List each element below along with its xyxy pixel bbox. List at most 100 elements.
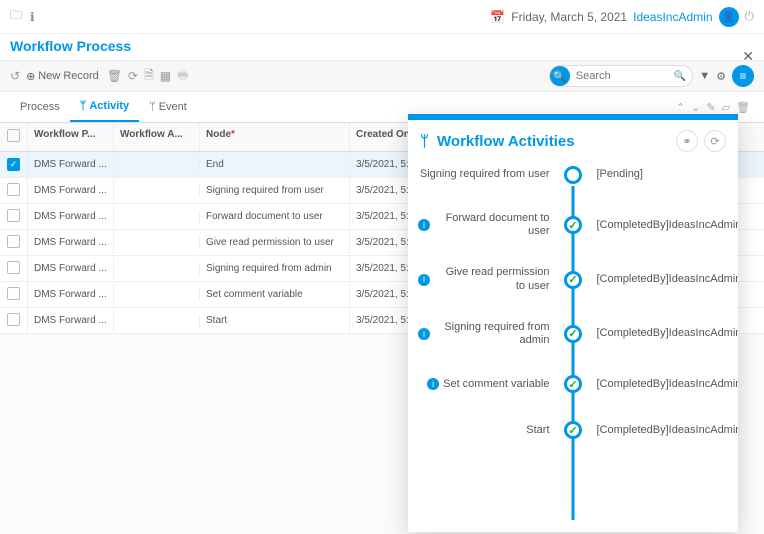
step-right-label: [CompletedBy]IdeasIncAdmin bbox=[589, 424, 729, 437]
col-node[interactable]: Node* bbox=[200, 123, 350, 151]
new-record-button[interactable]: ⊕ New Record bbox=[26, 70, 99, 83]
search-field[interactable]: 🔍 🔍 bbox=[549, 65, 693, 87]
page-title: Workflow Process bbox=[0, 34, 764, 60]
step-right-label: [CompletedBy]IdeasIncAdmin bbox=[589, 219, 729, 232]
step-left-label: Set comment variable bbox=[443, 378, 549, 391]
info-dot-icon: i bbox=[427, 378, 439, 390]
info-dot-icon: i bbox=[418, 328, 430, 340]
toolbar: ↺ ⊕ New Record 🗑 ⟳ 🗎 ▦ 🖶 🔍 🔍 ▼ ⚙ ≡ bbox=[0, 60, 764, 92]
timeline-step: i Signing required from admin [CompletedBy… bbox=[418, 321, 728, 347]
check-circle-icon bbox=[564, 375, 582, 393]
search-icon[interactable]: 🔍 bbox=[674, 71, 686, 82]
step-left-label: Give read permission to user bbox=[434, 266, 550, 292]
cell-process: DMS Forward ... bbox=[28, 231, 114, 254]
info-icon[interactable]: ℹ bbox=[30, 10, 35, 24]
check-circle-icon bbox=[564, 325, 582, 343]
workflow-activities-panel: ᛘ Workflow Activities ⚭ ⟳ Signing requir… bbox=[408, 114, 738, 532]
refresh-icon[interactable]: ⟳ bbox=[128, 69, 138, 83]
filter-icon[interactable]: ▼ bbox=[699, 70, 710, 82]
cell-process: DMS Forward ... bbox=[28, 153, 114, 176]
row-checkbox[interactable]: ✓ bbox=[7, 158, 20, 171]
row-checkbox[interactable] bbox=[7, 261, 20, 274]
cell-node: Set comment variable bbox=[200, 283, 350, 306]
check-circle-icon bbox=[564, 271, 582, 289]
cell-node: Signing required from user bbox=[200, 179, 350, 202]
header-date: Friday, March 5, 2021 bbox=[511, 10, 627, 24]
panel-title-text: Workflow Activities bbox=[437, 133, 575, 150]
tab-event-label: Event bbox=[159, 101, 187, 113]
tab-event[interactable]: ᛘ Event bbox=[139, 93, 197, 121]
check-circle-icon bbox=[564, 421, 582, 439]
branch-icon: ᛘ bbox=[420, 133, 429, 150]
timeline-step: i Set comment variable [CompletedBy]IdeasI… bbox=[418, 375, 728, 393]
cell-process: DMS Forward ... bbox=[28, 283, 114, 306]
panel-refresh-icon[interactable]: ⟳ bbox=[704, 130, 726, 152]
calendar-icon: 📅 bbox=[490, 10, 505, 24]
info-dot-icon: i bbox=[418, 219, 430, 231]
tab-process[interactable]: Process bbox=[10, 93, 70, 121]
export-icon[interactable]: 🗎 bbox=[144, 66, 154, 87]
step-left-label: Signing required from admin bbox=[434, 321, 550, 347]
chevron-up-icon[interactable]: ⌃ bbox=[676, 101, 685, 114]
header-checkbox[interactable] bbox=[0, 123, 28, 151]
activity-tree-icon: ᛘ bbox=[80, 100, 87, 112]
cell-node: Start bbox=[200, 309, 350, 332]
cell-process: DMS Forward ... bbox=[28, 205, 114, 228]
row-checkbox[interactable] bbox=[7, 183, 20, 196]
user-avatar-icon[interactable]: 👤 bbox=[719, 7, 739, 27]
print-icon[interactable]: 🖶 bbox=[177, 66, 188, 87]
timeline-step: Signing required from user [Pending] bbox=[418, 166, 728, 184]
cell-node: Give read permission to user bbox=[200, 231, 350, 254]
pending-circle-icon bbox=[564, 166, 582, 184]
trash-icon[interactable]: 🗑 bbox=[107, 69, 122, 83]
row-checkbox[interactable] bbox=[7, 209, 20, 222]
row-checkbox[interactable] bbox=[7, 287, 20, 300]
trash-small-icon[interactable]: 🗑 bbox=[736, 101, 750, 114]
search-badge-icon: 🔍 bbox=[550, 66, 570, 86]
settings-gear-icon[interactable]: ⚙ bbox=[716, 70, 726, 83]
edit-icon[interactable]: ✎ bbox=[706, 101, 715, 114]
new-record-label: New Record bbox=[38, 70, 99, 82]
col-workflow-process[interactable]: Workflow P... bbox=[28, 123, 114, 151]
timeline-step: Start [CompletedBy]IdeasIncAdmin bbox=[418, 421, 728, 439]
step-left-label: Forward document to user bbox=[434, 212, 550, 238]
cell-activity bbox=[114, 211, 200, 223]
cell-node: Signing required from admin bbox=[200, 257, 350, 280]
cell-node: End bbox=[200, 153, 350, 176]
top-header: 🗀 ℹ 📅 Friday, March 5, 2021 IdeasIncAdmi… bbox=[0, 0, 764, 34]
panel-header: ᛘ Workflow Activities ⚭ ⟳ bbox=[408, 120, 738, 162]
check-circle-icon bbox=[564, 216, 582, 234]
close-icon[interactable]: ✕ bbox=[742, 48, 754, 65]
folder-icon[interactable]: 🗀 bbox=[10, 6, 22, 27]
cell-activity bbox=[114, 315, 200, 327]
step-right-label: [CompletedBy]IdeasIncAdmin bbox=[589, 378, 729, 391]
cell-process: DMS Forward ... bbox=[28, 257, 114, 280]
username-link[interactable]: IdeasIncAdmin bbox=[633, 10, 712, 24]
panel-link-icon[interactable]: ⚭ bbox=[676, 130, 698, 152]
row-checkbox[interactable] bbox=[7, 313, 20, 326]
tab-activity[interactable]: ᛘ Activity bbox=[70, 92, 139, 122]
menu-icon[interactable]: ≡ bbox=[732, 65, 754, 87]
info-dot-icon: i bbox=[418, 274, 430, 286]
timeline-step: i Forward document to user [CompletedBy]Id… bbox=[418, 212, 728, 238]
tab-activity-label: Activity bbox=[89, 100, 129, 112]
cell-activity bbox=[114, 263, 200, 275]
cell-node: Forward document to user bbox=[200, 205, 350, 228]
cell-activity bbox=[114, 237, 200, 249]
external-icon[interactable]: ▱ bbox=[722, 101, 730, 114]
cell-activity bbox=[114, 289, 200, 301]
step-right-label: [CompletedBy]IdeasIncAdmin bbox=[589, 327, 729, 340]
grid-icon[interactable]: ▦ bbox=[160, 69, 171, 83]
step-left-label: Start bbox=[526, 424, 549, 437]
step-left-label: Signing required from user bbox=[420, 168, 550, 181]
chevron-down-icon[interactable]: ⌄ bbox=[691, 101, 700, 114]
step-right-label: [Pending] bbox=[589, 168, 729, 181]
search-input[interactable] bbox=[574, 69, 674, 83]
col-workflow-activity[interactable]: Workflow A... bbox=[114, 123, 200, 151]
plus-circle-icon: ⊕ bbox=[26, 70, 35, 83]
undo-icon[interactable]: ↺ bbox=[10, 69, 20, 83]
cell-process: DMS Forward ... bbox=[28, 179, 114, 202]
step-right-label: [CompletedBy]IdeasIncAdmin bbox=[589, 273, 729, 286]
power-icon[interactable]: ⏻ bbox=[745, 9, 755, 24]
row-checkbox[interactable] bbox=[7, 235, 20, 248]
